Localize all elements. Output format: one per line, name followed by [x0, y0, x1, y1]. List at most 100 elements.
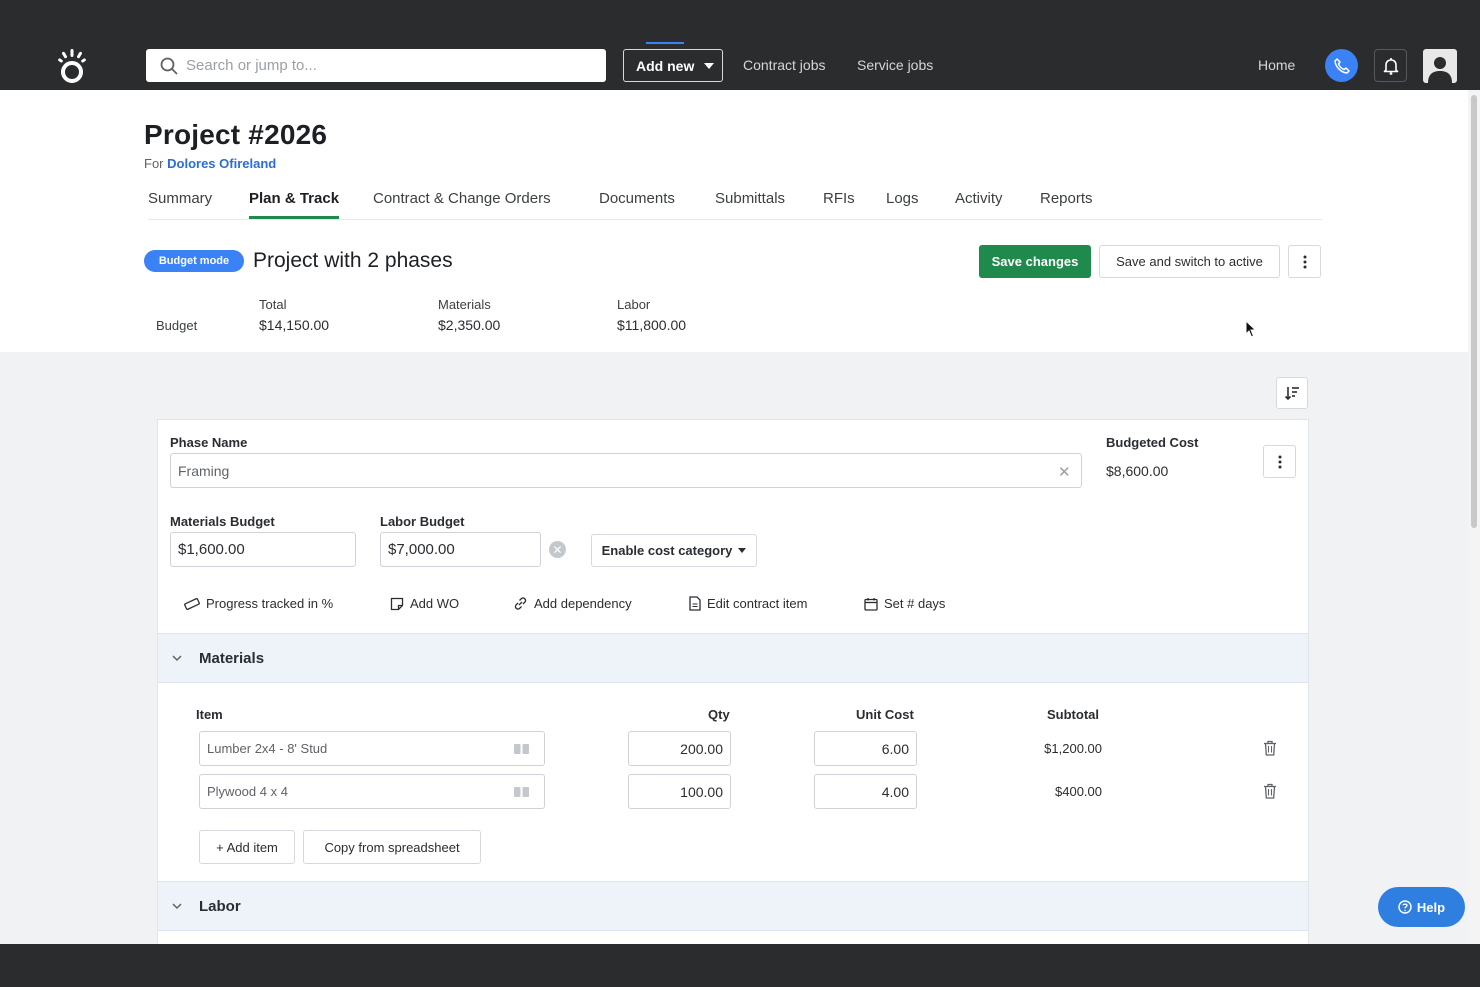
sort-icon: [1284, 387, 1299, 401]
add-wo-button[interactable]: Add WO: [390, 596, 459, 611]
tab-summary[interactable]: Summary: [148, 190, 212, 207]
caret-down-icon: [738, 548, 747, 553]
user-avatar[interactable]: [1423, 49, 1457, 83]
catalog-icon[interactable]: [514, 744, 529, 754]
tab-submittals[interactable]: Submittals: [715, 190, 785, 207]
scrollbar-thumb[interactable]: [1471, 95, 1477, 528]
unit-cost-input[interactable]: [814, 774, 917, 809]
materials-label: Materials: [438, 297, 491, 312]
labor-value: $11,800.00: [617, 317, 687, 333]
plan-title: Project with 2 phases: [253, 249, 453, 272]
note-icon: [390, 597, 404, 610]
labor-budget-input[interactable]: [380, 532, 541, 567]
catalog-icon[interactable]: [514, 787, 529, 797]
add-new-label: Add new: [636, 57, 695, 74]
add-item-button[interactable]: + Add item: [199, 830, 295, 864]
phase-name-input[interactable]: [170, 453, 1082, 488]
materials-value: $2,350.00: [438, 317, 501, 333]
company-logo-icon[interactable]: [58, 46, 86, 84]
search-input[interactable]: [186, 57, 586, 74]
column-header-item: Item: [196, 707, 223, 722]
nav-link-service-jobs[interactable]: Service jobs: [857, 57, 933, 73]
edit-contract-item-label: Edit contract item: [707, 596, 808, 611]
help-button[interactable]: Help: [1378, 887, 1465, 927]
budgeted-cost-value: $8,600.00: [1106, 463, 1169, 479]
kebab-menu-icon: [1303, 255, 1306, 268]
tab-activity[interactable]: Activity: [955, 190, 1003, 207]
save-and-switch-button[interactable]: Save and switch to active: [1099, 245, 1280, 278]
kebab-menu-icon: [1278, 455, 1281, 468]
enable-cost-category-dropdown[interactable]: Enable cost category: [591, 534, 757, 567]
tab-logs[interactable]: Logs: [886, 190, 919, 207]
total-label: Total: [259, 297, 287, 312]
copy-from-spreadsheet-button[interactable]: Copy from spreadsheet: [303, 830, 481, 864]
labor-label: Labor: [617, 297, 651, 312]
subtotal-value: $1,200.00: [1044, 741, 1102, 756]
chevron-down-icon: [172, 903, 182, 910]
materials-section-header[interactable]: Materials: [158, 633, 1308, 683]
tab-reports[interactable]: Reports: [1040, 190, 1093, 207]
column-header-qty: Qty: [708, 707, 730, 722]
quantity-input[interactable]: [628, 774, 731, 809]
budget-row-label: Budget: [156, 318, 198, 333]
project-tabs: Summary Plan & Track Contract & Change O…: [148, 190, 1322, 220]
search-icon: [160, 57, 178, 74]
phase-options-button[interactable]: [1263, 445, 1296, 478]
bottom-bar: [0, 944, 1480, 987]
calendar-icon: [864, 597, 878, 611]
labor-budget-label: Labor Budget: [380, 514, 465, 529]
add-new-button[interactable]: Add new: [623, 49, 723, 82]
question-circle-icon: [1398, 900, 1412, 914]
clear-icon[interactable]: ✕: [1058, 463, 1071, 481]
mouse-cursor-icon: [1245, 320, 1257, 338]
save-changes-button[interactable]: Save changes: [979, 245, 1091, 278]
tab-rfis[interactable]: RFIs: [823, 190, 855, 207]
sort-button[interactable]: [1276, 377, 1308, 409]
page-title: Project #2026: [144, 119, 328, 150]
user-icon: [1428, 57, 1452, 83]
enable-cost-category-label: Enable cost category: [601, 543, 733, 558]
budget-mode-badge: Budget mode: [144, 250, 244, 272]
phase-content-area: Phase Name ✕ Budgeted Cost $8,600.00 Mat…: [0, 352, 1468, 949]
material-item-input[interactable]: [199, 731, 545, 766]
set-days-button[interactable]: Set # days: [864, 596, 945, 611]
unit-cost-input[interactable]: [814, 731, 917, 766]
more-options-button[interactable]: [1288, 245, 1321, 278]
column-header-subtotal: Subtotal: [1047, 707, 1099, 722]
trash-icon[interactable]: [1263, 740, 1277, 756]
ruler-icon: [184, 597, 200, 610]
tab-documents[interactable]: Documents: [599, 190, 675, 207]
vertical-scrollbar[interactable]: [1468, 90, 1480, 944]
phase-card: Phase Name ✕ Budgeted Cost $8,600.00 Mat…: [157, 419, 1309, 949]
notifications-button[interactable]: [1374, 49, 1407, 82]
caret-down-icon: [704, 62, 715, 69]
nav-link-home[interactable]: Home: [1258, 57, 1295, 73]
set-days-label: Set # days: [884, 596, 946, 611]
phone-icon: [1333, 57, 1350, 74]
for-prefix: For: [144, 156, 164, 171]
top-navigation-bar: Add new Contract jobs Service jobs Home: [0, 0, 1480, 90]
clear-circle-icon[interactable]: ✕: [549, 541, 566, 558]
project-header: Project #2026 For Dolores Ofireland Summ…: [0, 90, 1468, 352]
search-bar[interactable]: [146, 49, 606, 82]
add-dependency-button[interactable]: Add dependency: [513, 596, 632, 611]
link-icon: [514, 597, 527, 610]
materials-budget-input[interactable]: [170, 532, 356, 567]
labor-section-header[interactable]: Labor: [158, 881, 1308, 931]
material-item-input[interactable]: [199, 774, 545, 809]
edit-contract-item-button[interactable]: Edit contract item: [689, 596, 807, 611]
trash-icon[interactable]: [1263, 783, 1277, 799]
client-link[interactable]: Dolores Ofireland: [167, 156, 276, 171]
phone-button[interactable]: [1325, 49, 1358, 82]
nav-link-contract-jobs[interactable]: Contract jobs: [743, 57, 825, 73]
tab-plan-track[interactable]: Plan & Track: [249, 190, 340, 219]
quantity-input[interactable]: [628, 731, 731, 766]
tab-contract-change-orders[interactable]: Contract & Change Orders: [373, 190, 551, 207]
progress-tracked-label: Progress tracked in %: [206, 596, 334, 611]
materials-section-title: Materials: [199, 649, 265, 667]
progress-tracked-button[interactable]: Progress tracked in %: [184, 596, 333, 611]
add-wo-label: Add WO: [410, 596, 460, 611]
active-indicator-line: [646, 42, 684, 44]
phase-name-label: Phase Name: [170, 435, 248, 450]
materials-budget-label: Materials Budget: [170, 514, 275, 529]
